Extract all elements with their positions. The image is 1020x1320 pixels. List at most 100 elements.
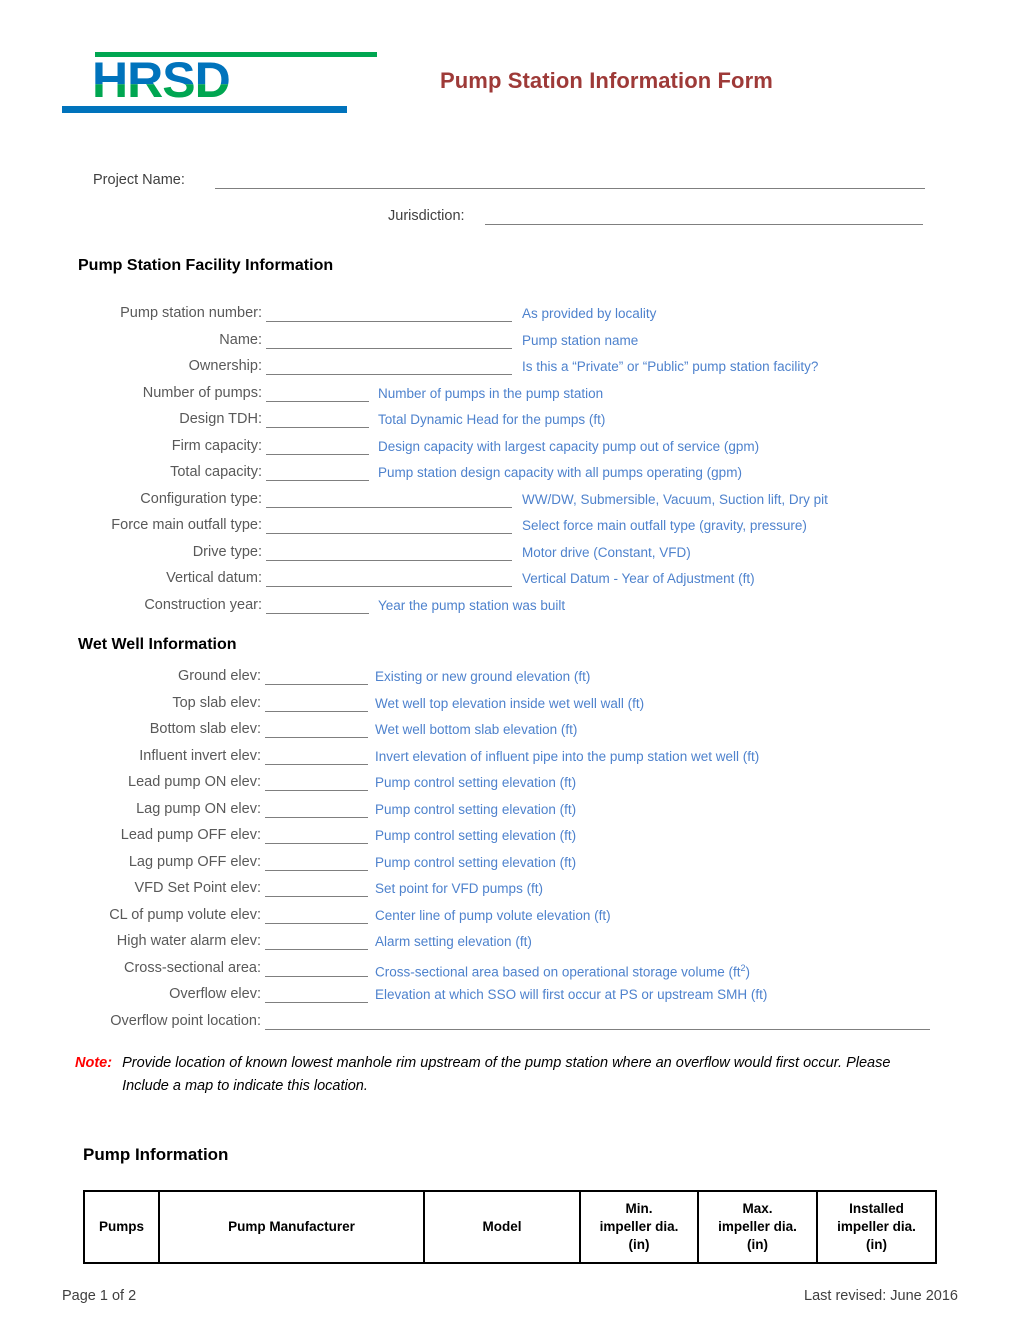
wetwell-field-input[interactable] <box>265 949 368 950</box>
wetwell-field-row: Top slab elev: Wet well top elevation ins… <box>0 694 1020 721</box>
footer-page-number: Page 1 of 2 <box>62 1288 137 1304</box>
table-column-header: Pump Manufacturer <box>158 1190 425 1264</box>
wetwell-field-hint: Pump control setting elevation (ft) <box>375 854 577 870</box>
wetwell-field-hint: Elevation at which SSO will first occur … <box>375 987 768 1002</box>
facility-field-row: Configuration type: WW/DW, Submersible, V… <box>0 490 1020 517</box>
hrsd-logo: HRSD HRSD <box>62 52 377 120</box>
wetwell-field-hint: Pump control setting elevation (ft) <box>375 775 577 790</box>
project-name-label: Project Name: <box>93 172 185 188</box>
wetwell-field-label: Influent invert elev: <box>139 747 261 764</box>
wetwell-field-hint: Wet well bottom slab elevation (ft) <box>375 722 578 737</box>
wetwell-field-row: Bottom slab elev: Wet well bottom slab el… <box>0 720 1020 747</box>
facility-field-hint: Is this a “Private” or “Public” pump sta… <box>522 359 819 374</box>
wetwell-field-input[interactable] <box>265 922 368 924</box>
wetwell-field-input[interactable] <box>265 1002 368 1003</box>
wetwell-field-label: Top slab elev: <box>172 694 261 711</box>
facility-field-label: Configuration type: <box>140 490 262 507</box>
wetwell-field-label: Lead pump OFF elev: <box>120 827 261 843</box>
wetwell-field-row: Lead pump OFF elev: Pump control setting … <box>0 826 1020 853</box>
jurisdiction-label: Jurisdiction: <box>388 208 465 224</box>
table-header-row: Pumps Pump Manufacturer Model Min. impeller … <box>83 1190 937 1264</box>
facility-section-heading: Pump Station Facility Information <box>78 257 334 274</box>
wetwell-field-row: Influent invert elev: Invert elevation of… <box>0 747 1020 774</box>
page-header: HRSD HRSD Pump Station Information Form <box>0 0 1020 150</box>
facility-field-input[interactable] <box>266 321 512 322</box>
wetwell-field-input[interactable] <box>265 684 368 685</box>
wetwell-field-hint: Set point for VFD pumps (ft) <box>375 881 544 896</box>
wetwell-field-input[interactable] <box>265 790 368 791</box>
facility-field-input[interactable] <box>266 400 369 402</box>
wetwell-field-hint: Pump control setting elevation (ft) <box>375 801 577 817</box>
wetwell-field-hint: Existing or new ground elevation (ft) <box>375 669 591 684</box>
wetwell-field-hint: Invert elevation of influent pipe into t… <box>375 748 760 764</box>
table-column-header: Installed impeller dia. (in) <box>816 1190 937 1264</box>
facility-field-row: Force main outfall type: Select force mai… <box>0 516 1020 543</box>
wetwell-field-input[interactable] <box>265 816 368 818</box>
table-column-header: Pumps <box>83 1190 160 1264</box>
wetwell-field-input[interactable] <box>265 975 368 977</box>
facility-field-label: Vertical datum: <box>166 570 262 586</box>
wetwell-field-input[interactable] <box>265 737 368 738</box>
facility-field-input[interactable] <box>266 533 512 534</box>
wetwell-field-label: Cross-sectional area: <box>124 959 261 976</box>
wetwell-field-hint: Wet well top elevation inside wet well w… <box>375 695 645 711</box>
facility-field-label: Ownership: <box>188 358 262 374</box>
facility-field-input[interactable] <box>266 559 512 561</box>
wetwell-field-row: Cross-sectional area: Cross-sectional are… <box>0 959 1020 986</box>
wetwell-field-label: Lag pump ON elev: <box>136 800 261 817</box>
facility-field-hint: Select force main outfall type (gravity,… <box>522 518 807 533</box>
wetwell-field-input[interactable] <box>265 896 368 897</box>
facility-field-hint: Pump station name <box>522 332 639 348</box>
facility-field-label: Name: <box>219 331 262 348</box>
wetwell-field-label: CL of pump volute elev: <box>109 906 261 923</box>
wetwell-field-input[interactable] <box>265 869 368 871</box>
jurisdiction-input[interactable] <box>485 208 923 225</box>
note-text: Provide location of known lowest manhole… <box>122 1055 891 1094</box>
wetwell-field-label: Bottom slab elev: <box>149 721 261 737</box>
wetwell-field-input[interactable] <box>265 763 368 765</box>
facility-field-hint: As provided by locality <box>522 306 657 321</box>
logo-bottom-rule <box>62 106 347 113</box>
facility-field-input[interactable] <box>266 374 512 375</box>
wetwell-field-label: Overflow point location: <box>110 1012 261 1029</box>
table-column-header: Max. impeller dia. (in) <box>697 1190 818 1264</box>
wetwell-field-hint: Alarm setting elevation (ft) <box>375 934 532 949</box>
facility-field-row: Total capacity: Pump station design capac… <box>0 463 1020 490</box>
facility-field-input[interactable] <box>266 427 369 428</box>
logo-wordmark: HRSD HRSD <box>92 57 352 104</box>
table-column-header: Model <box>423 1190 581 1264</box>
wetwell-field-label: Lead pump ON elev: <box>128 774 261 790</box>
wetwell-field-row: Overflow point location: <box>0 1012 1020 1039</box>
facility-field-label: Force main outfall type: <box>111 517 262 533</box>
facility-field-input[interactable] <box>266 586 512 587</box>
footer-revision: Last revised: June 2016 <box>804 1288 958 1304</box>
wetwell-field-label: VFD Set Point elev: <box>134 880 261 896</box>
facility-field-input[interactable] <box>266 506 512 508</box>
facility-field-label: Construction year: <box>144 596 262 613</box>
jurisdiction-field: Jurisdiction: <box>388 208 933 232</box>
facility-field-row: Design TDH: Total Dynamic Head for the pu… <box>0 410 1020 437</box>
wetwell-field-hint: Center line of pump volute elevation (ft… <box>375 907 611 923</box>
facility-field-input[interactable] <box>266 612 369 614</box>
facility-field-input[interactable] <box>266 480 369 481</box>
facility-field-label: Number of pumps: <box>142 384 262 401</box>
facility-field-row: Construction year: Year the pump station … <box>0 596 1020 623</box>
facility-field-row: Firm capacity: Design capacity with large… <box>0 437 1020 464</box>
wetwell-field-label: High water alarm elev: <box>116 933 261 949</box>
facility-field-input[interactable] <box>266 347 512 349</box>
wetwell-field-row: High water alarm elev: Alarm setting elev… <box>0 932 1020 959</box>
facility-field-hint: Motor drive (Constant, VFD) <box>522 544 691 560</box>
pump-section-heading: Pump Information <box>83 1145 229 1164</box>
project-name-input[interactable] <box>215 172 925 189</box>
facility-field-hint: Total Dynamic Head for the pumps (ft) <box>378 412 606 427</box>
project-name-field: Project Name: <box>93 172 933 196</box>
facility-field-hint: Design capacity with largest capacity pu… <box>378 438 760 454</box>
wetwell-field-hint: Cross-sectional area based on operationa… <box>375 962 750 980</box>
pump-information-table: Pumps Pump Manufacturer Model Min. impeller … <box>83 1190 937 1264</box>
wetwell-field-input[interactable] <box>265 710 368 712</box>
wetwell-field-input[interactable] <box>265 1028 930 1030</box>
wetwell-field-input[interactable] <box>265 843 368 844</box>
wetwell-field-row: VFD Set Point elev: Set point for VFD pum… <box>0 879 1020 906</box>
facility-field-hint: Year the pump station was built <box>378 597 566 613</box>
facility-field-input[interactable] <box>266 453 369 455</box>
